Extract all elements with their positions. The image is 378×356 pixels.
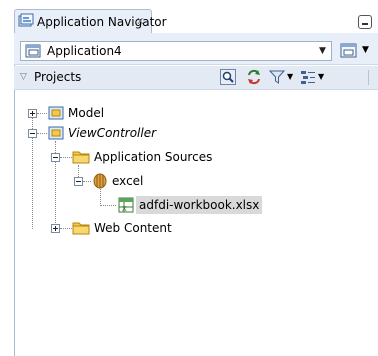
package-icon	[92, 173, 108, 192]
project-icon	[48, 105, 64, 124]
application-icon	[25, 43, 41, 62]
tree-guide-workbook	[100, 205, 116, 206]
tab-application-navigator[interactable]: Application Navigator x	[14, 9, 167, 33]
tab-title: Application Navigator	[37, 15, 167, 29]
tree-node-model[interactable]: Model	[68, 104, 104, 122]
application-menu-button[interactable]: ▼	[338, 41, 378, 61]
application-combobox-value: Application4	[47, 44, 122, 58]
tree-node-excel[interactable]: excel	[112, 172, 143, 190]
tab-close-button[interactable]: x	[137, 12, 144, 30]
collapse-viewcontroller-toggle[interactable]	[28, 129, 37, 138]
filter-dropdown-icon[interactable]: ▼	[287, 71, 293, 83]
search-icon[interactable]	[220, 69, 236, 85]
tree-guide-webcontent	[60, 228, 72, 229]
chevron-down-icon[interactable]: ▼	[319, 43, 326, 60]
application-selector-bar: Application4 ▼ ▼	[14, 33, 378, 65]
chevron-down-icon[interactable]: ▼	[362, 42, 369, 59]
projects-header: ▽ Projects ▼ ▼	[14, 66, 378, 90]
collapse-application-sources-toggle[interactable]	[51, 153, 60, 162]
project-icon	[48, 125, 64, 144]
tree-guide-appsources	[60, 157, 72, 158]
projects-label: Projects	[34, 70, 82, 84]
tree-node-viewcontroller[interactable]: ViewController	[68, 124, 156, 142]
minimize-button[interactable]	[358, 15, 372, 29]
sync-icon[interactable]	[246, 69, 262, 85]
folder-icon	[72, 220, 90, 239]
tree-guide-viewcontroller	[37, 133, 47, 134]
application-menu-icon	[340, 42, 358, 63]
application-combobox[interactable]: Application4 ▼	[20, 41, 332, 61]
collapse-icon[interactable]: ▽	[20, 70, 27, 84]
excel-file-icon: X	[117, 197, 135, 216]
filter-icon[interactable]	[268, 69, 286, 85]
expand-model-toggle[interactable]	[28, 109, 37, 118]
sort-dropdown-icon[interactable]: ▼	[318, 71, 324, 83]
tree-guide-model	[37, 113, 47, 114]
tree-node-web-content[interactable]: Web Content	[94, 219, 172, 237]
folder-icon	[72, 149, 90, 168]
navigator-icon	[18, 13, 34, 32]
tree-node-application-sources[interactable]: Application Sources	[94, 148, 212, 166]
expand-web-content-toggle[interactable]	[51, 224, 60, 233]
toolbar-separator	[368, 70, 369, 85]
collapse-excel-toggle[interactable]	[74, 177, 83, 186]
tree-node-adfdi-workbook[interactable]: adfdi-workbook.xlsx	[136, 196, 263, 214]
sort-icon[interactable]	[300, 69, 316, 85]
svg-text:X: X	[122, 205, 127, 213]
tree-guide-excel	[83, 181, 91, 182]
